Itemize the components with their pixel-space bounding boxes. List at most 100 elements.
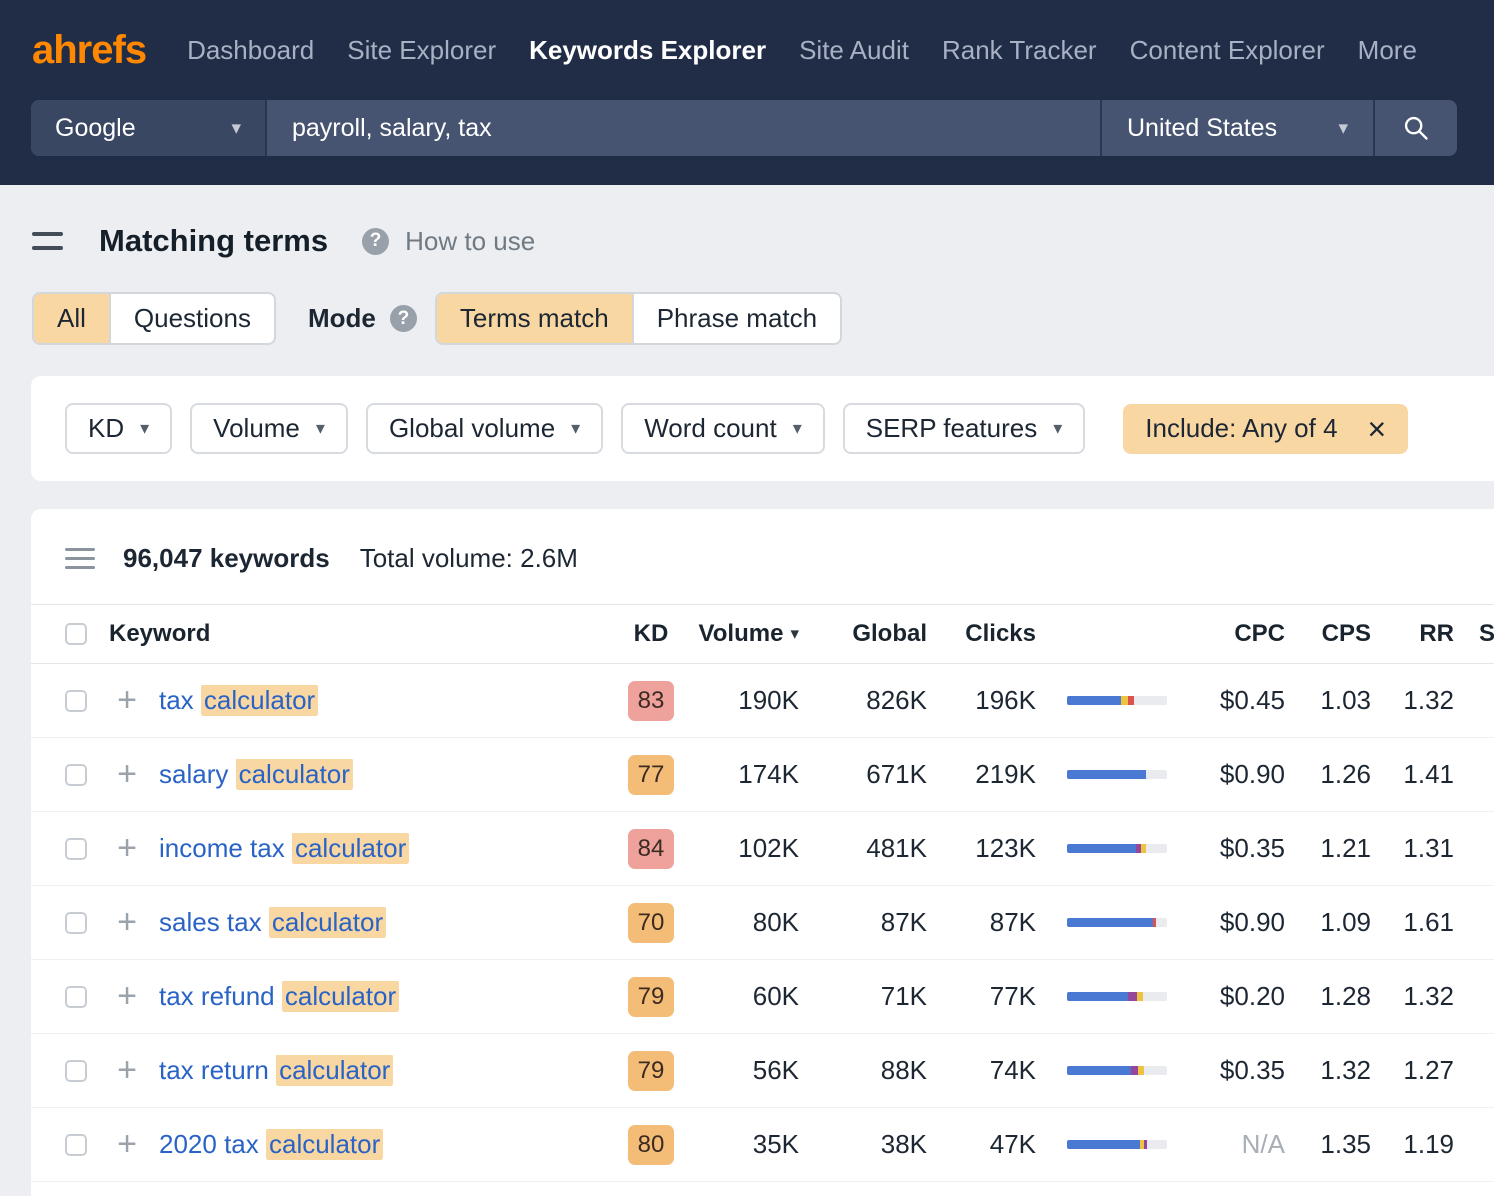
add-keyword-icon[interactable]: + (117, 687, 137, 714)
cps-value: 1.35 (1285, 1129, 1371, 1160)
rr-value: 1.27 (1371, 1055, 1454, 1086)
row-checkbox[interactable] (65, 1060, 87, 1082)
add-keyword-icon[interactable]: + (117, 1131, 137, 1158)
keyword-link[interactable]: 2020 tax calculator (159, 1129, 383, 1160)
kd-badge: 84 (628, 829, 674, 869)
filter-word-count[interactable]: Word count▾ (621, 403, 825, 454)
nav-item-keywords-explorer[interactable]: Keywords Explorer (529, 35, 766, 66)
cpc-value: $0.90 (1176, 759, 1285, 790)
table-row: + salary calculator 77 174K 671K 219K $0… (31, 738, 1494, 812)
search-engine-select[interactable]: Google ▾ (31, 100, 265, 156)
table-row: + income tax calculator 84 102K 481K 123… (31, 812, 1494, 886)
select-all-checkbox[interactable] (65, 623, 87, 645)
keywords-input[interactable] (267, 100, 1100, 156)
cpc-value: $0.35 (1176, 833, 1285, 864)
keyword-link[interactable]: sales tax calculator (159, 907, 386, 938)
filter-serp-features[interactable]: SERP features▾ (843, 403, 1086, 454)
clicks-value: 219K (927, 759, 1036, 790)
volume-value: 35K (691, 1129, 799, 1160)
include-filter-label: Include: Any of 4 (1145, 413, 1337, 444)
col-global[interactable]: Global (799, 620, 927, 648)
keyword-link[interactable]: tax refund calculator (159, 981, 399, 1012)
tabs-row: All Questions Mode ? Terms match Phrase … (32, 292, 1462, 345)
col-keyword[interactable]: Keyword (103, 620, 611, 648)
row-checkbox[interactable] (65, 986, 87, 1008)
col-rr[interactable]: RR (1371, 620, 1454, 648)
help-icon[interactable]: ? (362, 228, 389, 255)
how-to-use-link[interactable]: How to use (405, 226, 535, 257)
main-content: Matching terms ? How to use All Question… (0, 223, 1494, 1196)
nav-item-rank-tracker[interactable]: Rank Tracker (942, 35, 1097, 66)
keyword-link[interactable]: salary calculator (159, 759, 353, 790)
table-header: Keyword KD Volume ▾ Global Clicks CPC CP… (31, 604, 1494, 664)
kd-badge: 70 (628, 903, 674, 943)
tab-phrase-match[interactable]: Phrase match (632, 294, 840, 343)
volume-value: 190K (691, 685, 799, 716)
nav-item-dashboard[interactable]: Dashboard (187, 35, 314, 66)
clicks-bar (1067, 1140, 1167, 1149)
nav-item-more[interactable]: More (1358, 35, 1417, 66)
add-keyword-icon[interactable]: + (117, 983, 137, 1010)
filter-volume[interactable]: Volume▾ (190, 403, 348, 454)
clicks-bar (1067, 1066, 1167, 1075)
nav-item-site-audit[interactable]: Site Audit (799, 35, 909, 66)
cps-value: 1.32 (1285, 1055, 1371, 1086)
row-checkbox[interactable] (65, 838, 87, 860)
nav-item-site-explorer[interactable]: Site Explorer (347, 35, 496, 66)
cps-value: 1.09 (1285, 907, 1371, 938)
search-bar: Google ▾ United States ▾ (31, 100, 1457, 156)
results-card: 96,047 keywords Total volume: 2.6M Keywo… (31, 509, 1494, 1196)
col-volume[interactable]: Volume ▾ (691, 620, 799, 648)
filter-kd[interactable]: KD▾ (65, 403, 172, 454)
chevron-down-icon: ▾ (793, 418, 802, 439)
kd-badge: 83 (628, 681, 674, 721)
global-value: 71K (799, 981, 927, 1012)
filters-bar: KD▾ Volume▾ Global volume▾ Word count▾ SERP … (31, 376, 1494, 481)
tab-all[interactable]: All (34, 294, 109, 343)
results-summary: 96,047 keywords Total volume: 2.6M (31, 509, 1494, 604)
keyword-link[interactable]: income tax calculator (159, 833, 409, 864)
country-value: United States (1127, 114, 1277, 143)
clicks-value: 74K (927, 1055, 1036, 1086)
add-keyword-icon[interactable]: + (117, 835, 137, 862)
row-checkbox[interactable] (65, 1134, 87, 1156)
add-keyword-icon[interactable]: + (117, 909, 137, 936)
mode-help-icon[interactable]: ? (390, 305, 417, 332)
volume-value: 60K (691, 981, 799, 1012)
sidebar-toggle-icon[interactable] (32, 232, 63, 250)
table-row: + 2020 tax calculator 80 35K 38K 47K N/A… (31, 1108, 1494, 1182)
kd-badge: 79 (628, 977, 674, 1017)
row-checkbox[interactable] (65, 912, 87, 934)
clear-include-filter-icon[interactable]: × (1368, 413, 1387, 445)
chevron-down-icon: ▾ (140, 418, 149, 439)
chevron-down-icon: ▾ (571, 418, 580, 439)
cpc-value: $0.20 (1176, 981, 1285, 1012)
filter-global-volume[interactable]: Global volume▾ (366, 403, 603, 454)
tab-terms-match[interactable]: Terms match (437, 294, 632, 343)
global-value: 671K (799, 759, 927, 790)
nav-item-content-explorer[interactable]: Content Explorer (1130, 35, 1325, 66)
add-keyword-icon[interactable]: + (117, 761, 137, 788)
col-cpc[interactable]: CPC (1176, 620, 1285, 648)
clicks-bar (1067, 992, 1167, 1001)
include-filter[interactable]: Include: Any of 4 × (1123, 404, 1408, 454)
col-clicks[interactable]: Clicks (927, 620, 1036, 648)
ahrefs-logo[interactable]: ahrefs (32, 28, 146, 73)
rr-value: 1.32 (1371, 981, 1454, 1012)
row-checkbox[interactable] (65, 764, 87, 786)
col-clipped[interactable]: S (1454, 620, 1494, 648)
keyword-link[interactable]: tax calculator (159, 685, 318, 716)
add-keyword-icon[interactable]: + (117, 1057, 137, 1084)
search-button[interactable] (1375, 100, 1457, 156)
row-checkbox[interactable] (65, 690, 87, 712)
col-kd[interactable]: KD (611, 620, 691, 648)
table-body: + tax calculator 83 190K 826K 196K $0.45… (31, 664, 1494, 1182)
global-value: 826K (799, 685, 927, 716)
country-select[interactable]: United States ▾ (1102, 100, 1373, 156)
search-icon (1402, 114, 1430, 142)
col-cps[interactable]: CPS (1285, 620, 1371, 648)
keyword-link[interactable]: tax return calculator (159, 1055, 393, 1086)
tab-questions[interactable]: Questions (109, 294, 274, 343)
list-menu-icon[interactable] (65, 548, 95, 569)
kd-badge: 77 (628, 755, 674, 795)
